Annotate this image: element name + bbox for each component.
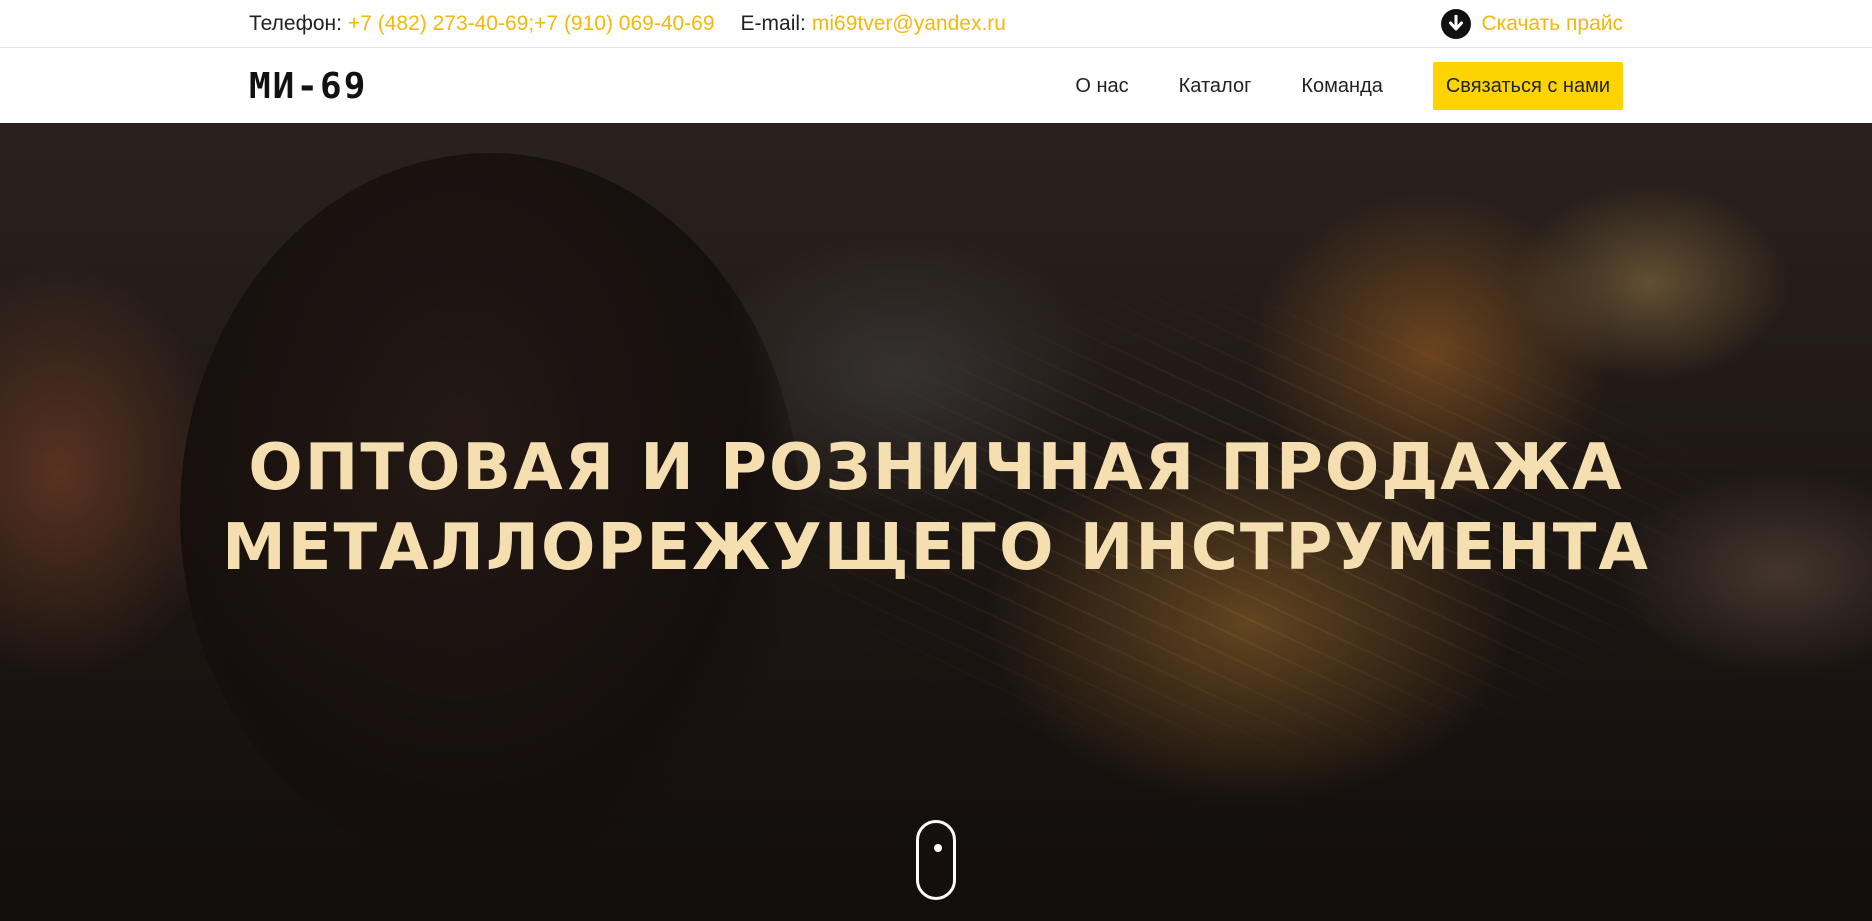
hero-banner: Оптовая и розничная продажа металлорежущ… — [0, 123, 1872, 921]
download-arrow-icon — [1441, 9, 1472, 39]
menu-item-about[interactable]: О нас — [1075, 75, 1128, 98]
menu-item-team[interactable]: Команда — [1301, 75, 1382, 98]
hero-title-line1: Оптовая и розничная продажа — [248, 431, 1624, 505]
main-navbar-inner: МИ-69 О нас Каталог Команда Связаться с … — [249, 49, 1623, 123]
email-label: E-mail: — [740, 12, 806, 35]
download-price-link[interactable]: Скачать прайс — [1441, 9, 1623, 39]
site-logo[interactable]: МИ-69 — [249, 66, 367, 107]
main-navbar: МИ-69 О нас Каталог Команда Связаться с … — [0, 49, 1872, 123]
phone-link[interactable]: +7 (482) 273-40-69;+7 (910) 069-40-69 — [348, 12, 715, 36]
top-contact-bar: Телефон: +7 (482) 273-40-69;+7 (910) 069… — [0, 0, 1872, 48]
contact-us-button[interactable]: Связаться с нами — [1432, 62, 1623, 110]
menu-item-catalog[interactable]: Каталог — [1179, 75, 1252, 98]
phone-label: Телефон: — [249, 12, 342, 35]
hero-title: Оптовая и розничная продажа металлорежущ… — [0, 428, 1872, 588]
download-price-label: Скачать прайс — [1481, 12, 1623, 35]
main-menu: О нас Каталог Команда Связаться с нами — [1075, 62, 1623, 110]
email-link[interactable]: mi69tver@yandex.ru — [812, 12, 1006, 36]
top-contact-bar-inner: Телефон: +7 (482) 273-40-69;+7 (910) 069… — [249, 0, 1623, 48]
mouse-wheel-dot — [934, 844, 942, 852]
contacts: Телефон: +7 (482) 273-40-69;+7 (910) 069… — [249, 12, 1006, 36]
hero-title-line2: металлорежущего инструмента — [222, 511, 1650, 585]
mouse-scroll-icon[interactable] — [916, 820, 956, 900]
